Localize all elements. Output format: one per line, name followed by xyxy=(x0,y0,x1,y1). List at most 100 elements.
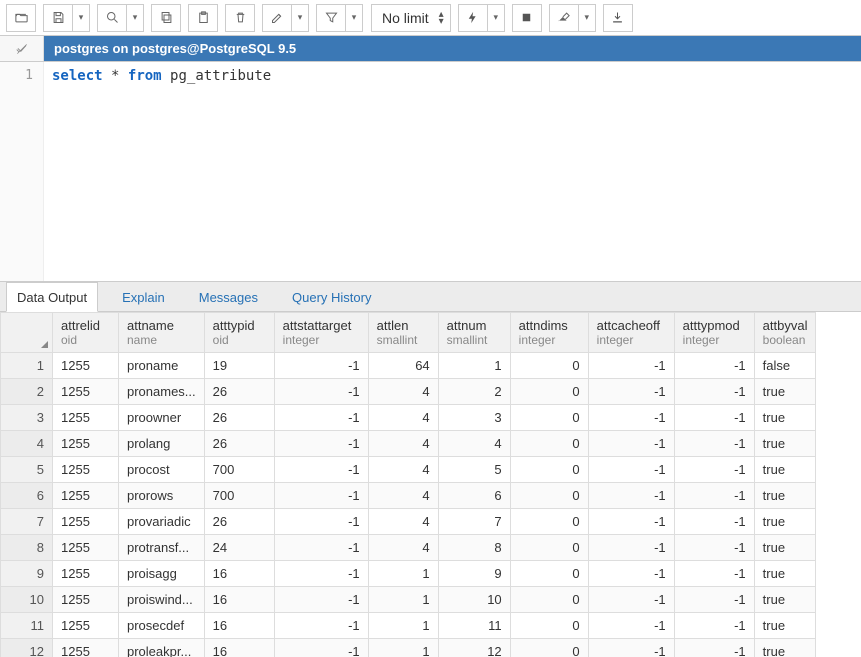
row-number[interactable]: 6 xyxy=(1,483,53,509)
download-button[interactable] xyxy=(603,4,633,32)
row-limit-select[interactable]: No limit ▴▾ xyxy=(371,4,451,32)
table-row[interactable]: 71255provariadic26-1470-1-1true xyxy=(1,509,816,535)
row-number[interactable]: 4 xyxy=(1,431,53,457)
cell[interactable]: 4 xyxy=(368,431,438,457)
cell[interactable]: true xyxy=(754,405,816,431)
cell[interactable]: 700 xyxy=(204,483,274,509)
cell[interactable]: -1 xyxy=(588,405,674,431)
cell[interactable]: 1 xyxy=(368,561,438,587)
cell[interactable]: -1 xyxy=(588,613,674,639)
cell[interactable]: -1 xyxy=(274,509,368,535)
cell[interactable]: -1 xyxy=(274,483,368,509)
cell[interactable]: -1 xyxy=(674,613,754,639)
cell[interactable]: 0 xyxy=(510,587,588,613)
find-dropdown[interactable]: ▾ xyxy=(126,4,144,32)
table-row[interactable]: 81255protransf...24-1480-1-1true xyxy=(1,535,816,561)
cell[interactable]: 4 xyxy=(368,457,438,483)
cell[interactable]: pronames... xyxy=(119,379,205,405)
cell[interactable]: 0 xyxy=(510,613,588,639)
cell[interactable]: -1 xyxy=(274,613,368,639)
cell[interactable]: 7 xyxy=(438,509,510,535)
cell[interactable]: -1 xyxy=(274,587,368,613)
corner-cell[interactable] xyxy=(1,313,53,353)
cell[interactable]: 64 xyxy=(368,353,438,379)
cell[interactable]: 1 xyxy=(368,613,438,639)
row-number[interactable]: 8 xyxy=(1,535,53,561)
cell[interactable]: 16 xyxy=(204,561,274,587)
cell[interactable]: 10 xyxy=(438,587,510,613)
cell[interactable]: proisagg xyxy=(119,561,205,587)
cell[interactable]: 0 xyxy=(510,405,588,431)
column-header-attndims[interactable]: attndimsinteger xyxy=(510,313,588,353)
cell[interactable]: -1 xyxy=(588,509,674,535)
save-dropdown[interactable]: ▾ xyxy=(72,4,90,32)
cell[interactable]: 6 xyxy=(438,483,510,509)
cell[interactable]: true xyxy=(754,561,816,587)
cell[interactable]: 19 xyxy=(204,353,274,379)
cell[interactable]: 1255 xyxy=(53,639,119,657)
tab-explain[interactable]: Explain xyxy=(112,283,175,311)
cell[interactable]: 0 xyxy=(510,639,588,657)
cell[interactable]: -1 xyxy=(674,483,754,509)
cell[interactable]: -1 xyxy=(274,535,368,561)
cell[interactable]: 1255 xyxy=(53,379,119,405)
save-button[interactable] xyxy=(43,4,73,32)
cell[interactable]: proiswind... xyxy=(119,587,205,613)
cell[interactable]: -1 xyxy=(274,457,368,483)
edit-dropdown[interactable]: ▾ xyxy=(291,4,309,32)
cell[interactable]: 700 xyxy=(204,457,274,483)
cell[interactable]: proleakpr... xyxy=(119,639,205,657)
stop-button[interactable] xyxy=(512,4,542,32)
column-header-attlen[interactable]: attlensmallint xyxy=(368,313,438,353)
column-header-atttypmod[interactable]: atttypmodinteger xyxy=(674,313,754,353)
cell[interactable]: -1 xyxy=(588,431,674,457)
cell[interactable]: 1255 xyxy=(53,613,119,639)
cell[interactable]: -1 xyxy=(674,509,754,535)
cell[interactable]: 3 xyxy=(438,405,510,431)
cell[interactable]: 12 xyxy=(438,639,510,657)
cell[interactable]: 0 xyxy=(510,483,588,509)
row-number[interactable]: 2 xyxy=(1,379,53,405)
cell[interactable]: 4 xyxy=(368,509,438,535)
cell[interactable]: true xyxy=(754,587,816,613)
tab-data-output[interactable]: Data Output xyxy=(6,282,98,312)
sql-code[interactable]: select * from pg_attribute xyxy=(44,62,861,281)
cell[interactable]: -1 xyxy=(274,639,368,657)
cell[interactable]: 0 xyxy=(510,535,588,561)
result-grid-wrap[interactable]: attrelidoidattnamenameatttypidoidattstat… xyxy=(0,312,861,657)
row-number[interactable]: 1 xyxy=(1,353,53,379)
cell[interactable]: proowner xyxy=(119,405,205,431)
cell[interactable]: 26 xyxy=(204,431,274,457)
cell[interactable]: 1 xyxy=(438,353,510,379)
table-row[interactable]: 51255procost700-1450-1-1true xyxy=(1,457,816,483)
row-number[interactable]: 10 xyxy=(1,587,53,613)
cell[interactable]: 1 xyxy=(368,587,438,613)
find-button[interactable] xyxy=(97,4,127,32)
cell[interactable]: -1 xyxy=(588,353,674,379)
row-number[interactable]: 7 xyxy=(1,509,53,535)
cell[interactable]: provariadic xyxy=(119,509,205,535)
column-header-atttypid[interactable]: atttypidoid xyxy=(204,313,274,353)
cell[interactable]: 16 xyxy=(204,613,274,639)
cell[interactable]: -1 xyxy=(674,587,754,613)
table-row[interactable]: 111255prosecdef16-11110-1-1true xyxy=(1,613,816,639)
cell[interactable]: proname xyxy=(119,353,205,379)
filter-dropdown[interactable]: ▾ xyxy=(345,4,363,32)
cell[interactable]: prorows xyxy=(119,483,205,509)
cell[interactable]: 1255 xyxy=(53,353,119,379)
cell[interactable]: -1 xyxy=(588,379,674,405)
table-row[interactable]: 21255pronames...26-1420-1-1true xyxy=(1,379,816,405)
cell[interactable]: true xyxy=(754,613,816,639)
cell[interactable]: 4 xyxy=(368,379,438,405)
column-header-attcacheoff[interactable]: attcacheoffinteger xyxy=(588,313,674,353)
cell[interactable]: -1 xyxy=(588,483,674,509)
cell[interactable]: -1 xyxy=(588,457,674,483)
cell[interactable]: -1 xyxy=(274,405,368,431)
cell[interactable]: prosecdef xyxy=(119,613,205,639)
filter-button[interactable] xyxy=(316,4,346,32)
column-header-attbyval[interactable]: attbyvalboolean xyxy=(754,313,816,353)
cell[interactable]: -1 xyxy=(274,379,368,405)
cell[interactable]: 0 xyxy=(510,509,588,535)
cell[interactable]: -1 xyxy=(588,561,674,587)
cell[interactable]: -1 xyxy=(674,457,754,483)
